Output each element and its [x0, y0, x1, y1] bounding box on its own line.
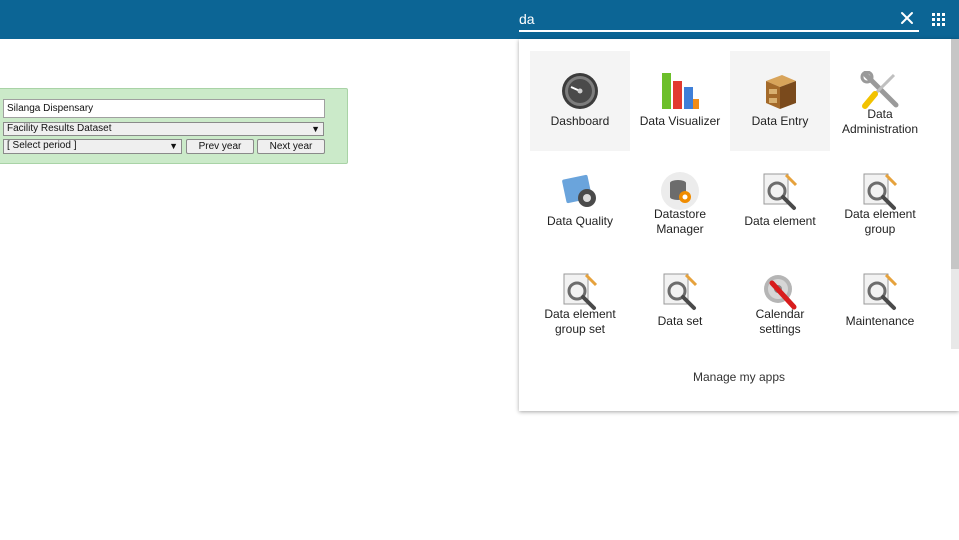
app-tile-data-quality[interactable]: Data Quality: [530, 151, 630, 251]
app-label: Maintenance: [845, 314, 915, 328]
app-label: Data element: [744, 214, 816, 228]
dataset-select-value: Facility Results Dataset: [7, 123, 112, 134]
app-tile-data-entry[interactable]: Data Entry: [730, 51, 830, 151]
app-label: Data Quality: [546, 214, 614, 228]
dataset-select[interactable]: Facility Results Dataset ▼: [3, 122, 324, 136]
apps-grid-icon[interactable]: [932, 13, 946, 27]
wrench-screwdriver-icon: [860, 71, 899, 109]
app-tile-datastore-manager[interactable]: Datastore Manager: [630, 151, 730, 251]
bar-chart-icon: [662, 73, 699, 109]
app-label: Calendar settings: [755, 307, 805, 336]
app-label: Data element group set: [544, 307, 616, 336]
app-label: Data Entry: [751, 114, 809, 128]
apps-menu: Dashboard Data Visualizer Data Entry Dat…: [519, 39, 959, 411]
org-unit-field[interactable]: [3, 99, 325, 118]
magnifier-document-icon: [763, 173, 798, 210]
period-select-value: [ Select period ]: [7, 140, 77, 151]
app-tile-data-element[interactable]: Data element: [730, 151, 830, 251]
period-select[interactable]: [ Select period ] ▼: [3, 139, 182, 154]
app-tile-data-element-group[interactable]: Data element group: [830, 151, 930, 251]
app-tile-dashboard[interactable]: Dashboard: [530, 51, 630, 151]
prev-year-button[interactable]: Prev year: [186, 139, 254, 154]
app-label: Data Visualizer: [639, 114, 721, 128]
data-quality-gear-icon: [562, 174, 596, 207]
app-tile-calendar-settings[interactable]: Calendar settings: [730, 251, 830, 351]
app-label: Data set: [657, 314, 703, 328]
magnifier-document-icon: [863, 273, 898, 310]
apps-scrollbar-thumb[interactable]: [951, 39, 959, 269]
app-label: Data Administration: [841, 107, 919, 136]
app-search-input[interactable]: [519, 8, 889, 30]
magnifier-document-icon: [563, 273, 598, 310]
app-tile-maintenance[interactable]: Maintenance: [830, 251, 930, 351]
app-label: Data element group: [844, 207, 916, 236]
dropdown-arrow-icon: ▼: [311, 124, 320, 134]
app-tile-data-element-group-set[interactable]: Data element group set: [530, 251, 630, 351]
settings-gear-icon: [764, 275, 797, 310]
app-label: Dashboard: [550, 114, 610, 128]
app-tile-data-administration[interactable]: Data Administration: [830, 51, 930, 151]
next-year-button[interactable]: Next year: [257, 139, 325, 154]
close-icon[interactable]: [899, 10, 915, 26]
app-label: Datastore Manager: [653, 207, 707, 236]
data-entry-form-panel: Facility Results Dataset ▼ [ Select peri…: [0, 88, 348, 164]
database-gear-icon: [661, 172, 699, 210]
magnifier-document-icon: [663, 273, 698, 310]
filing-cabinet-icon: [766, 75, 796, 109]
app-search: [519, 8, 919, 32]
magnifier-document-icon: [863, 173, 898, 210]
dashboard-gauge-icon: [562, 73, 598, 109]
app-tile-data-visualizer[interactable]: Data Visualizer: [630, 51, 730, 151]
app-tile-data-set[interactable]: Data set: [630, 251, 730, 351]
dropdown-arrow-icon: ▼: [169, 141, 178, 151]
manage-my-apps-link[interactable]: Manage my apps: [519, 370, 959, 384]
